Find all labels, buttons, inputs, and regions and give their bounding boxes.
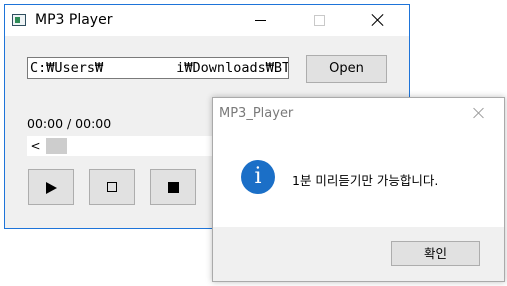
play-button[interactable] bbox=[28, 169, 74, 205]
info-icon: i bbox=[241, 160, 275, 194]
seek-scrollbar[interactable]: < bbox=[27, 136, 213, 156]
close-icon bbox=[473, 107, 485, 119]
open-button[interactable]: Open bbox=[306, 55, 387, 83]
message-dialog: MP3_Player i 1분 미리듣기만 가능합니다. 확인 bbox=[212, 97, 505, 282]
stop-icon bbox=[168, 182, 179, 193]
play-icon bbox=[46, 182, 57, 194]
ok-button[interactable]: 확인 bbox=[391, 241, 480, 266]
dialog-message: 1분 미리듣기만 가능합니다. bbox=[292, 173, 439, 188]
minimize-button[interactable] bbox=[238, 5, 284, 36]
pause-icon bbox=[107, 182, 117, 192]
pause-button[interactable] bbox=[89, 169, 135, 205]
close-icon bbox=[372, 14, 384, 26]
maximize-button[interactable] bbox=[297, 5, 343, 36]
app-icon bbox=[12, 14, 26, 26]
dialog-footer: 확인 bbox=[213, 227, 504, 281]
stop-button[interactable] bbox=[150, 169, 196, 205]
window-title: MP3 Player bbox=[35, 12, 113, 28]
scroll-left-arrow[interactable]: < bbox=[27, 136, 44, 156]
title-bar[interactable]: MP3 Player bbox=[5, 5, 409, 36]
close-button[interactable] bbox=[355, 5, 401, 36]
scroll-thumb[interactable] bbox=[46, 138, 67, 154]
dialog-close-button[interactable] bbox=[468, 103, 490, 123]
time-label: 00:00 / 00:00 bbox=[27, 116, 112, 131]
file-path-input[interactable]: C:₩Users₩ i₩Downloads₩BTS bbox=[27, 57, 289, 79]
dialog-title: MP3_Player bbox=[219, 106, 294, 121]
